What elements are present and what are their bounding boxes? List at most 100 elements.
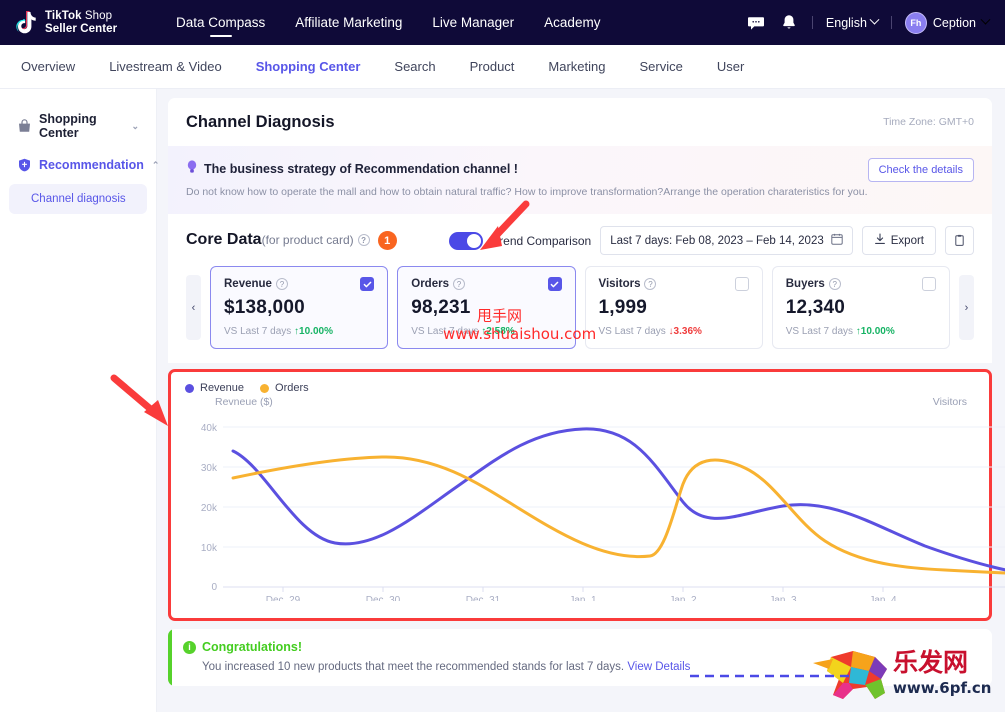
page-layout: Shopping Center ⌄ Recommendation ⌃ Chann… — [0, 89, 1005, 712]
help-icon[interactable]: ? — [644, 278, 657, 290]
help-icon[interactable]: ? — [357, 234, 370, 247]
brand-line1-bold: TikTok — [45, 9, 82, 22]
top-nav-right: English Fh Ception — [746, 11, 991, 34]
chevron-down-icon — [869, 14, 880, 25]
svg-text:Jan. 3: Jan. 3 — [769, 595, 797, 601]
svg-text:30k: 30k — [201, 463, 218, 474]
core-data-title: Core Data(for product card)? 1 — [186, 231, 397, 251]
chevron-down-icon — [980, 14, 991, 25]
metric-value-visitors: 1,999 — [598, 297, 648, 318]
sidebar-item-channel-diagnosis[interactable]: Channel diagnosis — [9, 184, 147, 214]
subnav-item-user[interactable]: User — [700, 59, 761, 74]
svg-text:20k: 20k — [201, 503, 218, 514]
bell-icon[interactable] — [779, 13, 799, 33]
subnav-item-service[interactable]: Service — [623, 59, 700, 74]
legend-label-orders: Orders — [275, 382, 309, 394]
core-data-title-main: Core Data — [186, 230, 262, 248]
help-icon[interactable]: ? — [275, 278, 288, 290]
date-range-picker[interactable]: Last 7 days: Feb 08, 2023 – Feb 14, 2023 — [600, 226, 853, 255]
metric-checkbox-revenue[interactable] — [360, 277, 375, 291]
clipboard-icon[interactable] — [945, 226, 974, 255]
calendar-icon — [831, 233, 843, 248]
username-label: Ception — [932, 15, 976, 30]
trend-chart-card: Revenue Orders Revneue ($) Visitors 40k … — [168, 369, 1005, 621]
subnav-item-marketing[interactable]: Marketing — [531, 59, 622, 74]
export-button[interactable]: Export — [861, 226, 936, 255]
svg-text:Jan. 1: Jan. 1 — [569, 595, 597, 601]
timezone-label: Time Zone: GMT+0 — [883, 116, 974, 128]
help-icon[interactable]: ? — [828, 278, 841, 290]
metric-delta-visitors: ↓3.36% — [668, 326, 702, 337]
tiktok-note-icon — [16, 10, 38, 35]
metric-card-header: Buyers ? — [786, 277, 936, 291]
sidebar: Shopping Center ⌄ Recommendation ⌃ Chann… — [0, 89, 159, 712]
svg-text:Dec. 30: Dec. 30 — [366, 595, 401, 601]
trend-comparison-toggle[interactable] — [449, 231, 484, 250]
metric-label-revenue: Revenue — [224, 278, 272, 290]
user-menu[interactable]: Fh Ception — [904, 11, 991, 34]
metric-footer-orders: VS Last 7 days ↑2.58% — [411, 326, 561, 337]
metric-checkbox-orders[interactable] — [547, 277, 562, 291]
message-icon[interactable] — [746, 13, 766, 33]
svg-text:Dec. 31: Dec. 31 — [466, 595, 501, 601]
metric-label-buyers: Buyers — [785, 278, 825, 290]
brand-line1-thin: Shop — [81, 9, 113, 22]
chart-plot-area: Revneue ($) Visitors 40k 30k 20k 10k 0 D… — [185, 396, 1005, 601]
shield-icon — [17, 158, 31, 172]
subnav-item-search[interactable]: Search — [377, 59, 452, 74]
nav-live-manager[interactable]: Live Manager — [432, 2, 514, 43]
step-badge: 1 — [377, 231, 397, 251]
metric-card-orders[interactable]: Orders ? 98,231 VS Last 7 days ↑2.58% — [397, 266, 576, 349]
subnav-item-product[interactable]: Product — [453, 59, 532, 74]
subnav-item-livestream-video[interactable]: Livestream & Video — [92, 59, 239, 74]
carousel-next-button[interactable]: › — [959, 275, 974, 340]
language-selector[interactable]: English — [825, 14, 880, 30]
view-details-link[interactable]: View Details — [627, 661, 690, 673]
date-range-label: Last 7 days: Feb 08, 2023 – Feb 14, 2023 — [610, 234, 824, 247]
help-icon[interactable]: ? — [452, 278, 465, 290]
metric-cards-carousel: ‹ Revenue ? $138,000 VS Last 7 days ↑10.… — [186, 266, 974, 363]
svg-text:40k: 40k — [201, 423, 218, 434]
language-label: English — [825, 15, 867, 30]
strategy-banner: The business strategy of Recommendation … — [168, 146, 992, 214]
brand-logo[interactable]: TikTok Shop Seller Center — [16, 10, 134, 36]
nav-affiliate-marketing[interactable]: Affiliate Marketing — [295, 2, 402, 43]
export-label: Export — [890, 234, 924, 247]
main-nav-links: Data Compass Affiliate Marketing Live Ma… — [176, 2, 600, 43]
metric-checkbox-buyers[interactable] — [922, 277, 936, 291]
metric-compare-revenue: VS Last 7 days — [224, 326, 292, 337]
chart-legend: Revenue Orders — [185, 382, 975, 394]
subnav-item-shopping-center[interactable]: Shopping Center — [239, 59, 378, 74]
metric-delta-orders: ↑2.58% — [481, 326, 515, 337]
info-icon: i — [183, 640, 196, 654]
metric-card-visitors[interactable]: Visitors ? 1,999 VS Last 7 days ↓3.36% — [584, 266, 763, 349]
sub-navigation-bar: Overview Livestream & Video Shopping Cen… — [0, 45, 1005, 89]
svg-text:Dec. 29: Dec. 29 — [266, 595, 301, 601]
carousel-prev-button[interactable]: ‹ — [186, 275, 201, 340]
banner-title-row: The business strategy of Recommendation … — [186, 160, 974, 177]
check-the-details-button[interactable]: Check the details — [867, 158, 974, 182]
trend-comparison-label: Trend Comparison — [492, 233, 592, 248]
brand-text: TikTok Shop Seller Center — [45, 10, 117, 36]
subnav-item-overview[interactable]: Overview — [4, 59, 92, 74]
core-data-title-sub: (for product card) — [261, 232, 354, 247]
banner-subtitle: Do not know how to operate the mall and … — [186, 186, 868, 198]
metric-checkbox-visitors[interactable] — [734, 277, 749, 291]
nav-data-compass[interactable]: Data Compass — [176, 2, 265, 43]
legend-item-revenue[interactable]: Revenue — [185, 382, 244, 394]
metric-card-revenue[interactable]: Revenue ? $138,000 VS Last 7 days ↑10.00… — [210, 266, 389, 349]
congratulations-title: Congratulations! — [202, 640, 302, 654]
metric-value-revenue: $138,000 — [224, 297, 305, 318]
congratulations-banner: i Congratulations! You increased 10 new … — [168, 629, 992, 686]
metric-label-orders: Orders — [411, 278, 449, 290]
legend-dot-revenue — [185, 383, 194, 393]
metric-card-buyers[interactable]: Buyers ? 12,340 VS Last 7 days ↑10.00% — [771, 266, 950, 349]
banner-title: The business strategy of Recommendation … — [204, 161, 518, 176]
chart-line-orders — [231, 455, 1005, 575]
sidebar-item-shopping-center[interactable]: Shopping Center ⌄ — [9, 103, 147, 149]
sidebar-item-recommendation[interactable]: Recommendation ⌃ — [9, 149, 159, 181]
legend-item-orders[interactable]: Orders — [260, 382, 309, 394]
main-content: Channel Diagnosis Time Zone: GMT+0 The b… — [157, 89, 1005, 712]
congratulations-title-row: i Congratulations! — [183, 640, 978, 654]
nav-academy[interactable]: Academy — [544, 2, 600, 43]
